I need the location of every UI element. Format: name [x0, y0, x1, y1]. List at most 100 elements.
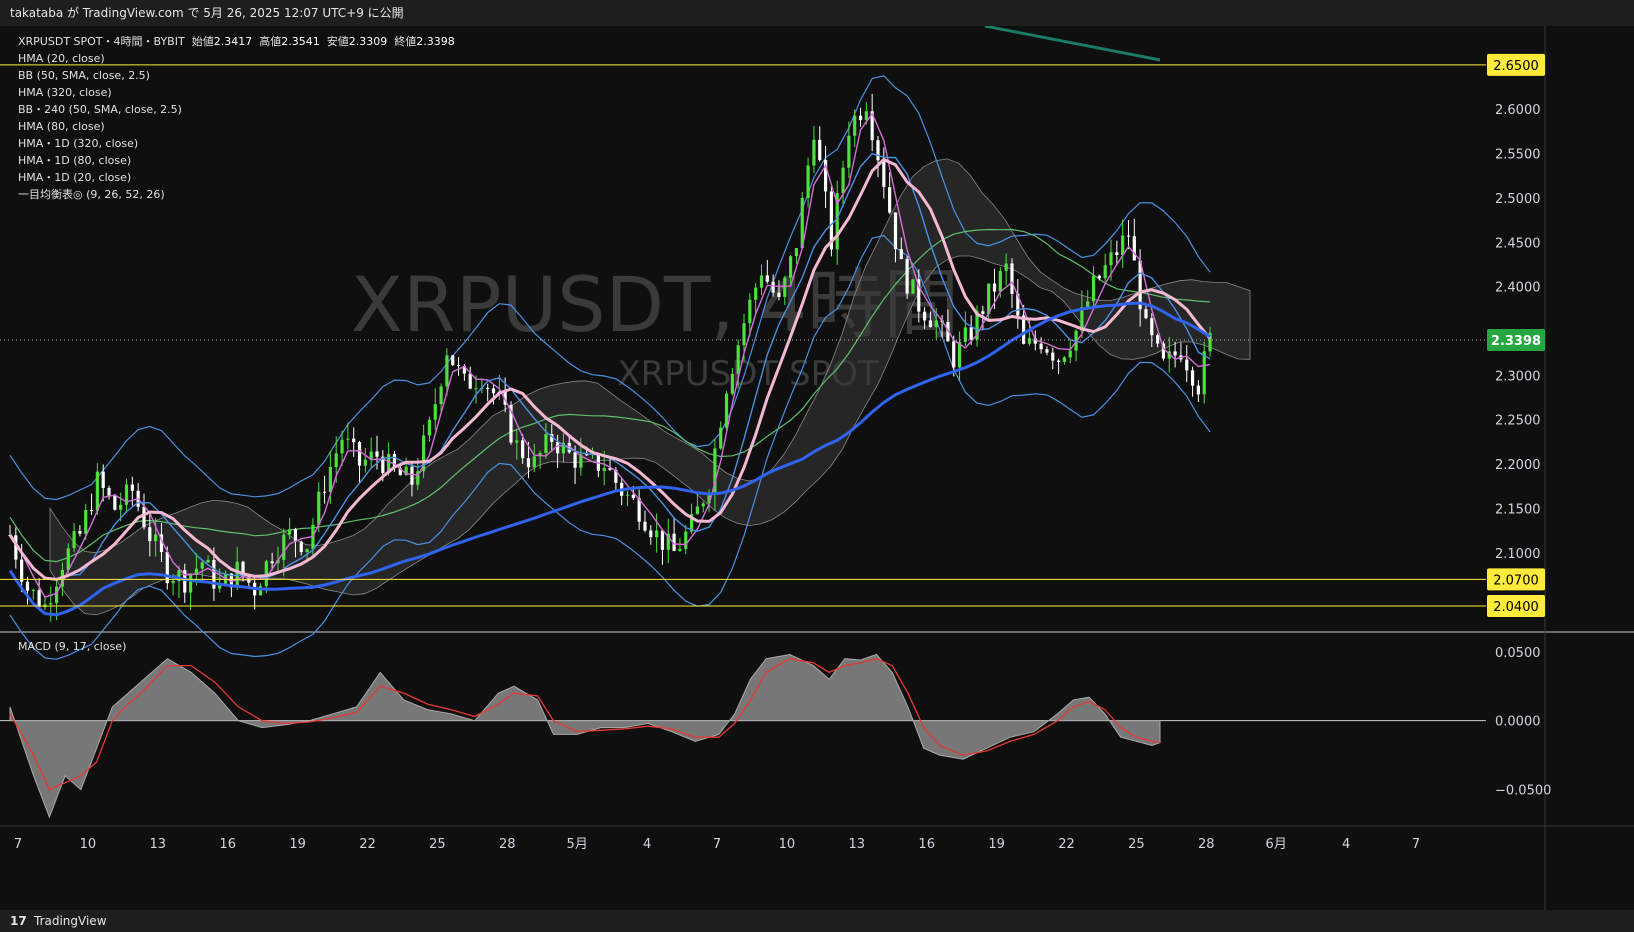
footer-brand[interactable]: TradingView — [34, 910, 107, 932]
candle-body — [736, 345, 740, 374]
candle-body — [451, 355, 455, 366]
candle-body — [742, 323, 746, 346]
candle-body — [783, 277, 787, 297]
legend-indicator[interactable]: HMA (20, close) — [18, 50, 455, 67]
candle-body — [72, 530, 76, 549]
candle-body — [573, 452, 577, 468]
candle-body — [439, 386, 443, 405]
candle-body — [771, 281, 775, 293]
candle-body — [375, 451, 379, 457]
candle-body — [934, 320, 938, 328]
candle-body — [334, 453, 338, 468]
legend-indicator[interactable]: HMA (80, close) — [18, 118, 455, 135]
candle-body — [101, 471, 105, 488]
candle-body — [899, 249, 903, 260]
candle-body — [992, 283, 997, 292]
candle-body — [66, 548, 70, 570]
time-tick-label: 4 — [643, 837, 651, 852]
candle-body — [1196, 385, 1200, 395]
legend-indicator[interactable]: HMA (320, close) — [18, 84, 455, 101]
macd-tick-label: 0.0500 — [1495, 646, 1541, 661]
legend-indicator[interactable]: 一目均衡表◎ (9, 26, 52, 26) — [18, 186, 455, 203]
last-price-label: 2.3398 — [1491, 334, 1541, 349]
candle-body — [282, 534, 286, 560]
candle-body — [515, 440, 519, 443]
legend-symbol-row: XRPUSDT SPOT・4時間・BYBIT 始値2.3417 高値2.3541… — [18, 33, 455, 50]
candle-body — [893, 212, 898, 250]
candle-body — [188, 575, 193, 593]
time-axis: 7 10 13 16 19 22 25 28 5月 4 7 10 13 16 19 22 25 28 6月 4 7 — [14, 837, 1420, 852]
legend-close-label: 終値 — [394, 35, 417, 48]
legend-indicator[interactable]: HMA・1D (320, close) — [18, 135, 455, 152]
legend-high: 2.3541 — [281, 35, 320, 48]
legend-indicator[interactable]: HMA・1D (80, close) — [18, 152, 455, 169]
legend-indicator[interactable]: HMA・1D (20, close) — [18, 169, 455, 186]
candle-body — [532, 456, 536, 468]
candle-body — [84, 510, 88, 534]
candle-body — [858, 115, 863, 121]
legend-symbol: XRPUSDT SPOT・4時間・BYBIT — [18, 35, 185, 48]
time-tick-label: 25 — [429, 837, 446, 852]
time-tick-label: 4 — [1342, 837, 1350, 852]
candle-body — [328, 467, 333, 492]
candle-body — [95, 471, 99, 511]
time-tick-label: 5月 — [567, 837, 588, 852]
candle-body — [864, 111, 868, 121]
candle-body — [1056, 360, 1061, 362]
candle-body — [1190, 370, 1195, 386]
candle-body — [130, 484, 134, 491]
candle-body — [759, 275, 764, 288]
legend-close: 2.3398 — [416, 35, 455, 48]
tradingview-logo-icon[interactable]: 17 — [10, 910, 27, 932]
candle-body — [952, 341, 956, 368]
price-tick-label: 2.1500 — [1495, 502, 1541, 517]
candle-body — [1097, 275, 1101, 279]
price-tick-label: 2.2000 — [1495, 458, 1541, 473]
candle-body — [847, 135, 851, 168]
candle-body — [998, 270, 1002, 292]
candle-body — [410, 466, 414, 485]
price-tick-label: 2.5500 — [1495, 148, 1541, 163]
candle-body — [585, 454, 589, 456]
candle-body — [905, 259, 909, 294]
candle-body — [911, 279, 915, 294]
legend-indicator[interactable]: BB・240 (50, SMA, close, 2.5) — [18, 101, 455, 118]
price-tick-label: 2.5000 — [1495, 192, 1541, 207]
macd-legend[interactable]: MACD (9, 17, close) — [18, 640, 126, 653]
candle-body — [969, 327, 973, 340]
time-tick-label: 7 — [14, 837, 22, 852]
candle-body — [928, 320, 933, 328]
candle-body — [89, 510, 94, 512]
legend-indicator[interactable]: BB (50, SMA, close, 2.5) — [18, 67, 455, 84]
candle-body — [299, 541, 303, 553]
level-label: 2.0700 — [1493, 573, 1539, 588]
time-tick-label: 19 — [988, 837, 1005, 852]
candle-body — [1039, 343, 1043, 350]
candle-body — [1115, 252, 1119, 256]
candle-body — [1091, 275, 1096, 302]
candle-body — [818, 139, 822, 161]
candle-body — [49, 603, 53, 605]
price-tick-label: 2.2500 — [1495, 414, 1541, 429]
candle-body — [526, 458, 531, 468]
candle-body — [1010, 263, 1014, 294]
price-tick-label: 2.4000 — [1495, 281, 1541, 296]
candle-body — [445, 355, 449, 387]
candle-body — [427, 419, 432, 436]
chart-legend: XRPUSDT SPOT・4時間・BYBIT 始値2.3417 高値2.3541… — [18, 33, 455, 203]
candle-body — [1109, 252, 1113, 266]
candle-body — [171, 581, 175, 584]
time-tick-label: 25 — [1128, 837, 1145, 852]
price-tick-label: 2.4500 — [1495, 236, 1541, 251]
price-tick-label: 2.1000 — [1495, 547, 1541, 562]
candle-body — [1144, 309, 1148, 319]
candle-body — [678, 548, 682, 551]
candle-body — [695, 506, 700, 515]
candle-body — [322, 491, 327, 493]
candle-body — [456, 365, 461, 367]
candle-body — [794, 248, 799, 257]
candle-body — [31, 589, 35, 591]
candle-body — [468, 373, 472, 389]
candle-body — [1027, 338, 1032, 344]
candle-body — [305, 549, 309, 553]
